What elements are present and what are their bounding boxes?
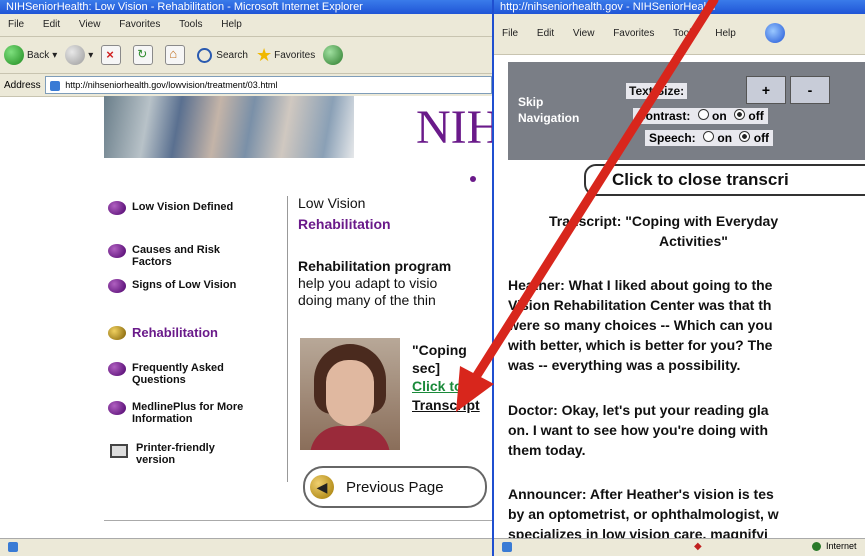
content-paragraph-line1: Rehabilitation program (298, 258, 452, 274)
banner-photo (104, 96, 354, 158)
portrait-face (326, 360, 374, 426)
stop-button[interactable]: × (101, 45, 125, 65)
status-page-icon (502, 542, 512, 552)
right-title-bar: http://nihseniorhealth.gov - NIHSeniorHe… (494, 0, 865, 14)
search-icon (197, 47, 213, 63)
menu-tools[interactable]: Tools (673, 28, 696, 39)
menu-file[interactable]: File (502, 28, 518, 39)
menu-favorites[interactable]: Favorites (119, 19, 160, 30)
skip-navigation-link[interactable]: Skip Navigation (518, 94, 598, 126)
text-size-label: Text Size: (626, 83, 688, 99)
transcript-paragraph-doctor: Doctor: Okay, let's put your reading gla… (508, 402, 769, 458)
transcript-paragraph-announcer: Announcer: After Heather's vision is tes… (508, 486, 779, 542)
contrast-row: Contrast: on off (633, 108, 768, 124)
close-transcript-button[interactable]: Click to close transcri (584, 164, 865, 196)
watch-video-link[interactable]: Click to w (412, 378, 477, 394)
left-title-bar: NIHSeniorHealth: Low Vision - Rehabilita… (0, 0, 492, 14)
refresh-icon: ↻ (133, 45, 154, 65)
right-status-bar: ◆ Internet (494, 538, 865, 556)
left-browser-window: NIHSeniorHealth: Low Vision - Rehabilita… (0, 0, 494, 556)
stop-icon: × (101, 45, 122, 65)
printer-icon (110, 444, 128, 458)
forward-arrow-icon (65, 45, 86, 65)
menu-view[interactable]: View (573, 28, 595, 39)
right-menu-bar: File Edit View Favorites Tools Help (494, 14, 865, 55)
forward-button[interactable]: ▾ (65, 45, 93, 65)
banner-logo: NIH (416, 101, 494, 154)
banner: NIH (104, 96, 494, 182)
menu-file[interactable]: File (8, 19, 24, 30)
contrast-on-radio[interactable] (697, 109, 709, 120)
text-size-decrease-button[interactable]: - (790, 76, 830, 104)
menu-edit[interactable]: Edit (43, 19, 60, 30)
internet-zone-icon (812, 542, 821, 551)
menu-tools[interactable]: Tools (179, 19, 202, 30)
nav-printer-friendly[interactable]: Printer-friendly version (108, 442, 246, 466)
content-paragraph-line3: doing many of the thin (298, 292, 436, 308)
transcript-paragraph-heather: Heather: What I liked about going to the… (508, 277, 773, 373)
security-icon: ◆ (694, 541, 702, 552)
left-address-bar: Address http://nihseniorhealth.gov/lowvi… (0, 74, 492, 97)
nav-signs-of-low-vision[interactable]: Signs of Low Vision (108, 279, 242, 293)
internet-zone-label: Internet (826, 541, 857, 551)
purple-bullet-icon (108, 362, 126, 376)
menu-help[interactable]: Help (715, 28, 736, 39)
media-button[interactable] (323, 45, 346, 65)
back-arrow-icon (4, 45, 24, 65)
menu-edit[interactable]: Edit (537, 28, 554, 39)
left-toolbar: Back ▾ ▾ × ↻ ⌂ Search ★ Favorites (0, 37, 492, 74)
transcript-link[interactable]: Transcript (412, 397, 480, 413)
left-menu-bar: File Edit View Favorites Tools Help (0, 14, 492, 37)
search-button[interactable]: Search (197, 47, 248, 63)
content-heading: Low Vision (298, 195, 366, 211)
purple-bullet-icon (108, 401, 126, 415)
speech-row: Speech: on off (645, 130, 774, 146)
status-page-icon (8, 542, 18, 552)
video-title-line2: sec] (412, 360, 441, 376)
left-status-bar (0, 538, 492, 556)
portrait-shirt (310, 426, 390, 450)
speech-off-radio[interactable] (739, 131, 751, 142)
text-size-increase-button[interactable]: + (746, 76, 786, 104)
banner-dot (470, 176, 476, 182)
video-thumbnail[interactable] (300, 338, 400, 450)
nav-causes-and-risk-factors[interactable]: Causes and Risk Factors (108, 244, 252, 268)
menu-help[interactable]: Help (221, 19, 242, 30)
favorites-button[interactable]: ★ Favorites (256, 45, 315, 66)
content-paragraph-line2: help you adapt to visio (298, 275, 438, 291)
transcript-title-line1: Transcript: "Coping with Everyday (549, 213, 779, 229)
transcript-title-line2: Activities" (659, 233, 728, 249)
nav-low-vision-defined[interactable]: Low Vision Defined (108, 201, 242, 215)
refresh-button[interactable]: ↻ (133, 45, 157, 65)
previous-page-button[interactable]: ◀ Previous Page (303, 466, 487, 508)
gold-bullet-icon (108, 326, 126, 340)
video-title-line1: "Coping (412, 342, 467, 358)
home-icon: ⌂ (165, 45, 186, 65)
menu-view[interactable]: View (79, 19, 101, 30)
address-label: Address (4, 79, 41, 91)
page-icon (49, 80, 60, 91)
speech-on-radio[interactable] (703, 131, 715, 142)
content-divider (287, 196, 288, 482)
nav-rehabilitation[interactable]: Rehabilitation (108, 326, 218, 340)
accessibility-panel: Skip Navigation Text Size: + - Contrast:… (508, 62, 865, 160)
address-input[interactable]: http://nihseniorhealth.gov/lowvision/tre… (44, 76, 492, 94)
nav-medlineplus[interactable]: MedlinePlus for More Information (108, 401, 272, 425)
purple-bullet-icon (108, 201, 126, 215)
footer-rule (104, 520, 492, 521)
star-icon: ★ (255, 44, 273, 65)
purple-bullet-icon (108, 244, 126, 258)
media-icon (323, 45, 344, 65)
menu-favorites[interactable]: Favorites (613, 28, 654, 39)
purple-bullet-icon (108, 279, 126, 293)
content-subheading: Rehabilitation (298, 216, 391, 232)
back-button[interactable]: Back ▾ (4, 45, 57, 65)
right-transcript-window: http://nihseniorhealth.gov - NIHSeniorHe… (494, 0, 865, 556)
ie-logo-icon (764, 23, 785, 44)
left-arrow-icon: ◀ (310, 475, 334, 499)
home-button[interactable]: ⌂ (165, 45, 189, 65)
nav-frequently-asked-questions[interactable]: Frequently Asked Questions (108, 362, 272, 386)
contrast-off-radio[interactable] (734, 109, 746, 120)
